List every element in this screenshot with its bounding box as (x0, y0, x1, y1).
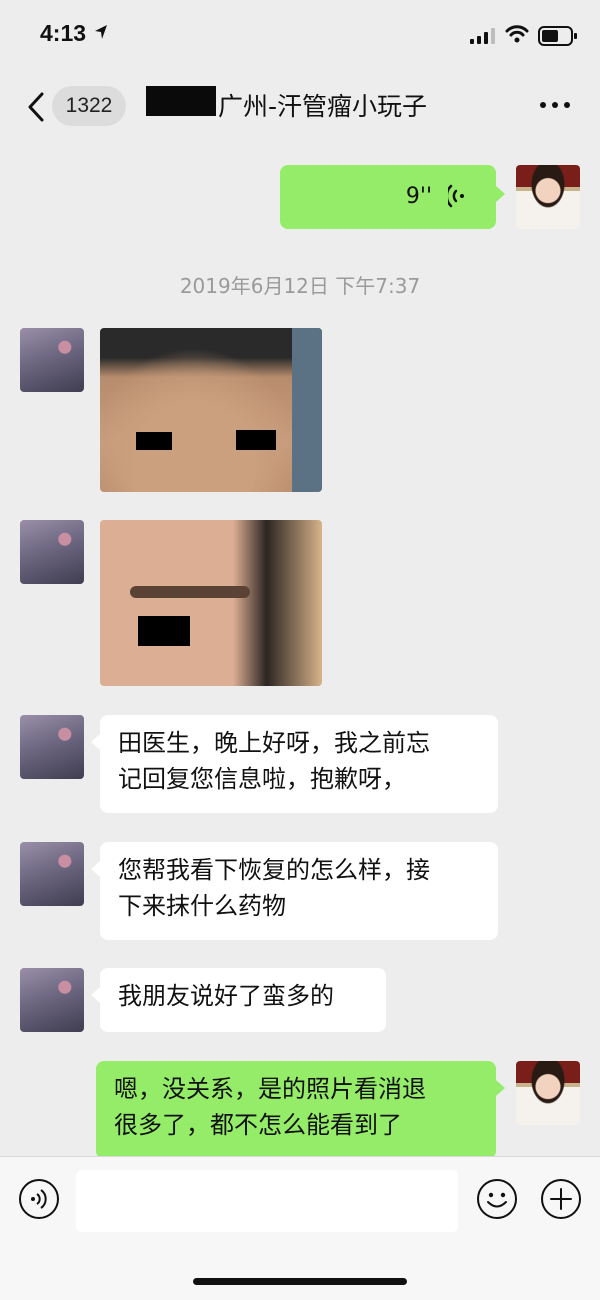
unread-count-badge[interactable]: 1322 (52, 86, 126, 126)
bubble-tail (496, 186, 505, 202)
back-button[interactable] (22, 90, 52, 124)
doctor-avatar[interactable] (516, 1061, 580, 1125)
bubble-tail (496, 1080, 505, 1096)
redaction-bar (236, 430, 276, 450)
more-options-button[interactable] (540, 96, 572, 116)
received-message[interactable]: 田医生，晚上好呀，我之前忘 记回复您信息啦，抱歉呀， (100, 715, 498, 813)
bubble-tail (91, 987, 100, 1003)
voice-message-bubble[interactable]: 9'' (280, 165, 496, 229)
voice-duration: 9'' (405, 184, 432, 209)
wifi-icon (505, 25, 529, 43)
photo-background (292, 328, 322, 492)
eyebrow-shape (130, 586, 250, 598)
eye-photo-message[interactable] (100, 520, 322, 686)
dot-icon (552, 102, 558, 108)
redacted-name-block (146, 86, 216, 116)
voice-input-toggle[interactable] (18, 1178, 60, 1220)
received-message[interactable]: 您帮我看下恢复的怎么样，接 下来抹什么药物 (100, 842, 498, 940)
message-timestamp: 2019年6月12日 下午7:37 (179, 274, 421, 298)
sent-message[interactable]: 嗯，没关系，是的照片看消退 很多了，都不怎么能看到了 (96, 1061, 496, 1159)
user-avatar[interactable] (20, 968, 84, 1032)
cellular-signal-icon (470, 28, 495, 44)
message-input[interactable] (76, 1170, 458, 1232)
face-photo-message[interactable] (100, 328, 322, 492)
add-button[interactable] (540, 1178, 582, 1220)
user-avatar[interactable] (20, 328, 84, 392)
user-avatar[interactable] (20, 842, 84, 906)
user-avatar[interactable] (20, 715, 84, 779)
status-time: 4:13 (40, 20, 87, 46)
location-arrow-icon (95, 25, 107, 39)
redaction-bar (138, 616, 190, 646)
chat-title: 广州-汗管瘤小玩子 (218, 92, 428, 121)
bubble-tail (91, 861, 100, 877)
home-indicator[interactable] (193, 1278, 407, 1285)
redaction-bar (136, 432, 172, 450)
bubble-tail (91, 734, 100, 750)
user-avatar[interactable] (20, 520, 84, 584)
battery-icon (538, 26, 577, 46)
dot-icon (564, 102, 570, 108)
emoji-button[interactable] (476, 1178, 518, 1220)
doctor-avatar[interactable] (516, 165, 580, 229)
voice-wave-icon (448, 184, 464, 208)
dot-icon (540, 102, 546, 108)
received-message[interactable]: 我朋友说好了蛮多的 (100, 968, 386, 1032)
